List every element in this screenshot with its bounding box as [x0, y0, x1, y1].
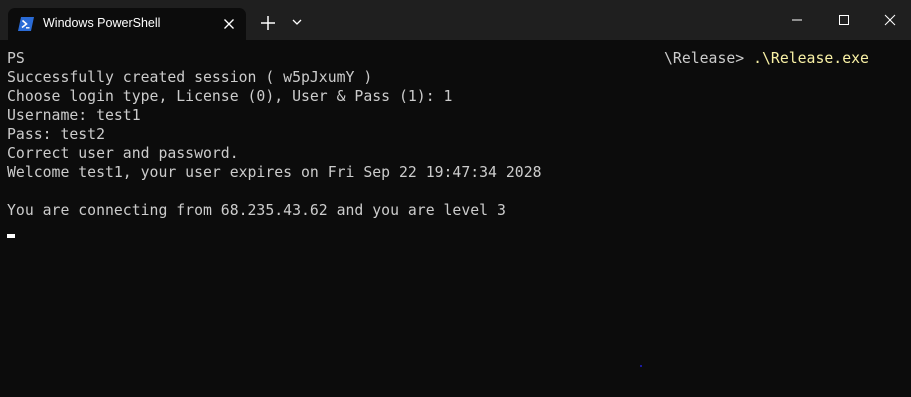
powershell-icon: [18, 17, 34, 31]
output-line: Choose login type, License (0), User & P…: [7, 88, 453, 105]
output-line: Pass: test2: [7, 126, 105, 143]
tab-title: Windows PowerShell: [43, 16, 161, 30]
plus-icon[interactable]: [257, 12, 279, 34]
maximize-button[interactable]: [820, 0, 866, 40]
output-line: Username: test1: [7, 107, 141, 124]
minimize-icon: [792, 19, 802, 21]
command-text: .\Release.exe: [753, 50, 869, 67]
output-line: Correct user and password.: [7, 145, 239, 162]
output-line: Welcome test1, your user expires on Fri …: [7, 164, 542, 181]
minimize-button[interactable]: [773, 0, 819, 40]
tab-windows-powershell[interactable]: Windows PowerShell: [8, 8, 246, 40]
close-icon[interactable]: [221, 16, 237, 32]
terminal-output[interactable]: PS \Release> .\Release.exe Successfully …: [0, 40, 911, 397]
title-bar[interactable]: Windows PowerShell: [0, 0, 911, 40]
text-cursor: [7, 234, 15, 238]
terminal-window: Windows PowerShell PS \Release> .\Releas…: [0, 0, 911, 397]
close-window-button[interactable]: [866, 0, 911, 40]
output-line: You are connecting from 68.235.43.62 and…: [7, 202, 506, 219]
prompt-prefix: PS: [7, 50, 25, 67]
prompt-line: \Release> .\Release.exe: [664, 49, 869, 68]
prompt-path: \Release>: [664, 50, 745, 67]
output-line: Successfully created session ( w5pJxumY …: [7, 69, 373, 86]
maximize-icon: [839, 15, 849, 25]
chevron-down-icon[interactable]: [288, 13, 306, 31]
close-icon: [884, 14, 896, 26]
stray-pixel: [640, 365, 642, 367]
